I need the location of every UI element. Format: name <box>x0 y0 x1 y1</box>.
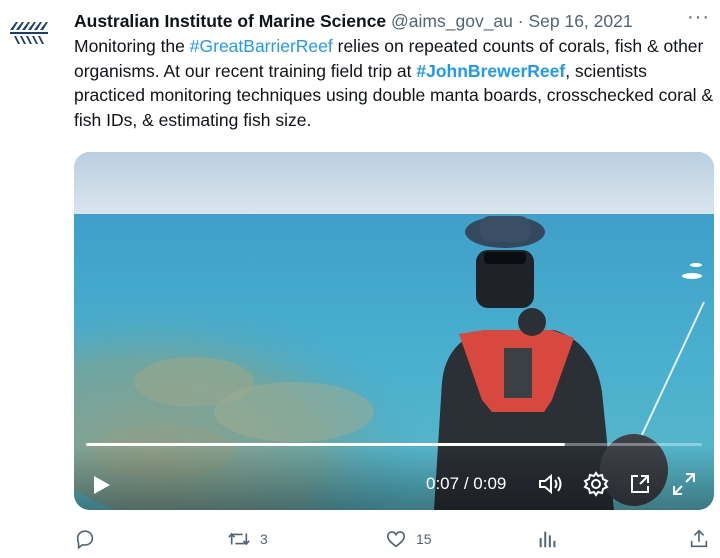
reply-icon <box>76 530 94 550</box>
avatar[interactable] <box>6 10 52 56</box>
volume-button[interactable] <box>536 470 564 498</box>
video-player[interactable]: 0:07 / 0:09 <box>74 152 714 510</box>
author-name[interactable]: Australian Institute of Marine Science <box>74 11 386 31</box>
picture-in-picture-button[interactable] <box>626 470 654 498</box>
retweet-count: 3 <box>260 531 268 547</box>
video-progress-bar[interactable] <box>86 443 702 446</box>
more-options-button[interactable]: ··· <box>687 6 710 29</box>
hashtag-link[interactable]: #GreatBarrierReef <box>190 36 333 56</box>
play-icon <box>94 476 110 494</box>
hashtag-link[interactable]: #JohnBrewerReef <box>416 61 565 81</box>
tweet-text: Monitoring the #GreatBarrierReef relies … <box>74 34 714 132</box>
video-time: 0:07 / 0:09 <box>426 472 506 496</box>
retweet-icon <box>228 532 250 546</box>
settings-button[interactable] <box>582 470 610 498</box>
video-progress-fill <box>86 443 566 446</box>
tweet-actions: 3 15 <box>0 518 720 558</box>
play-button[interactable] <box>90 474 112 496</box>
expand-icon <box>673 473 695 495</box>
heart-icon <box>386 531 406 548</box>
tweet-text-part: Monitoring the <box>74 36 190 56</box>
fullscreen-button[interactable] <box>670 470 698 498</box>
speaker-icon <box>539 473 562 495</box>
duration: 0:09 <box>473 474 507 493</box>
like-button[interactable]: 15 <box>384 526 432 552</box>
like-count: 15 <box>416 531 432 547</box>
reply-button[interactable] <box>74 526 104 552</box>
aims-logo-icon <box>10 22 48 44</box>
time-separator: / <box>459 474 474 493</box>
tweet-date[interactable]: Sep 16, 2021 <box>528 11 632 31</box>
views-button[interactable] <box>536 526 566 552</box>
gear-icon <box>583 471 609 497</box>
tweet-header: Australian Institute of Marine Science @… <box>74 8 714 34</box>
picture-in-picture-icon <box>631 475 649 493</box>
header-separator: · <box>517 11 524 31</box>
share-icon <box>690 529 708 548</box>
current-time: 0:07 <box>426 474 460 493</box>
share-button[interactable] <box>688 526 718 552</box>
video-controls-overlay <box>74 446 714 510</box>
author-handle[interactable]: @aims_gov_au <box>391 11 513 31</box>
retweet-button[interactable]: 3 <box>226 526 268 552</box>
analytics-icon <box>539 531 556 548</box>
